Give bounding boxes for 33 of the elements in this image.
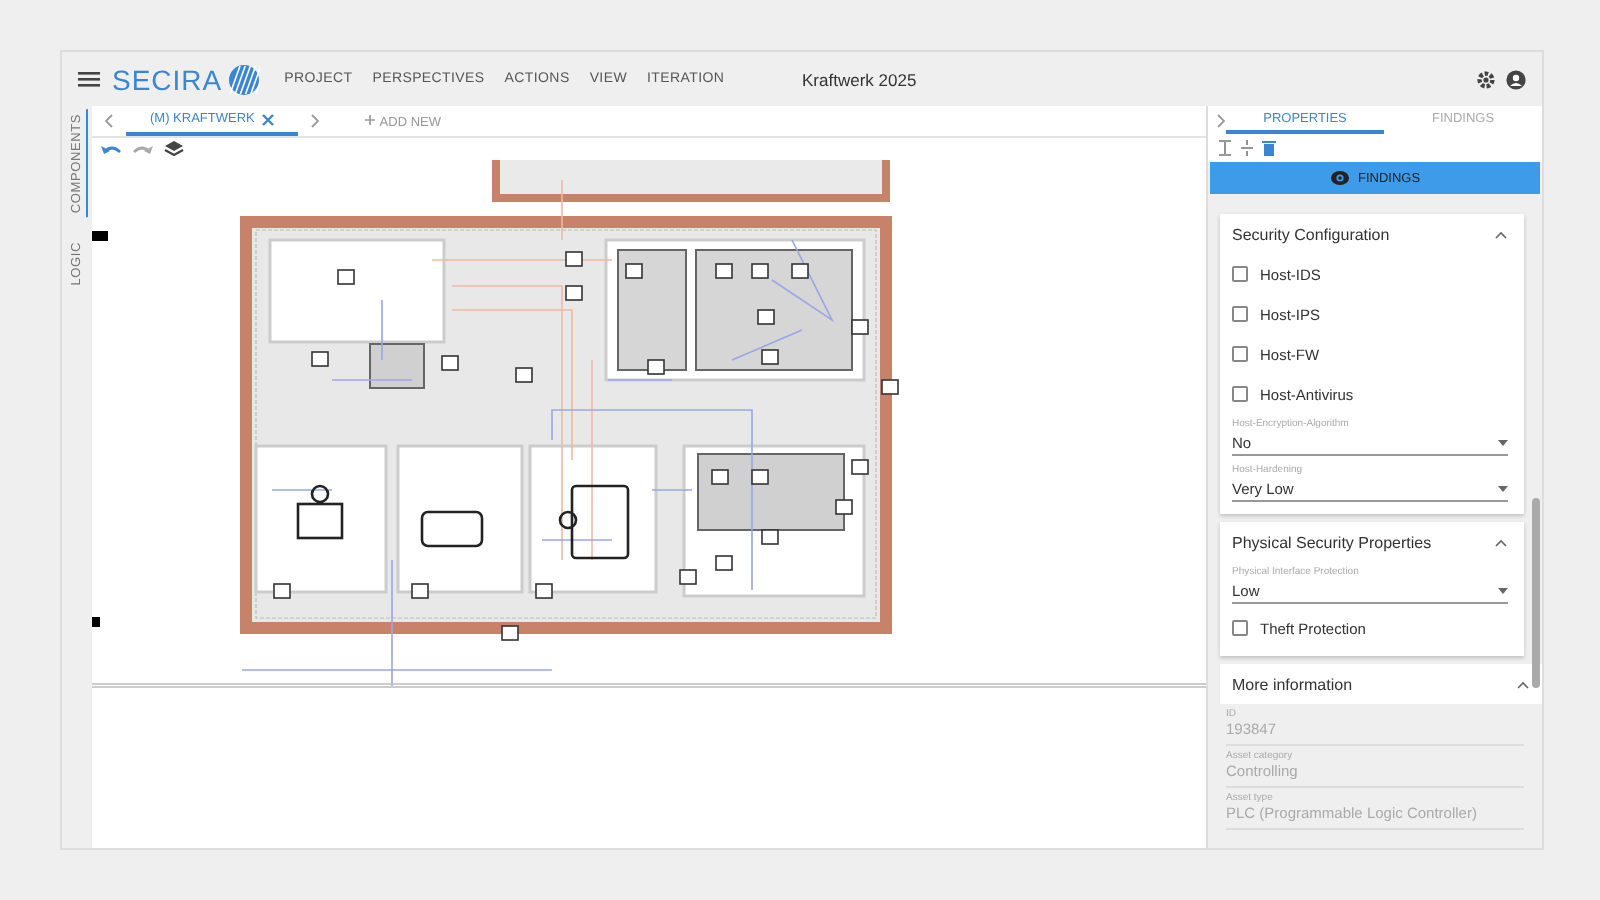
plus-icon [364,113,377,125]
checkbox[interactable] [1232,386,1248,402]
dropdown-icon [1498,485,1508,491]
settings-icon[interactable] [1476,69,1496,89]
eye-icon [1329,170,1350,186]
section-header[interactable]: More information [1220,664,1542,704]
checkbox[interactable] [1232,346,1248,362]
chevron-icon [1516,679,1530,689]
undo-icon[interactable] [100,141,122,157]
close-icon[interactable] [262,113,275,125]
redo-icon[interactable] [132,141,154,157]
menu-icon[interactable] [78,70,100,88]
dropdown-icon [1498,439,1508,445]
checkbox[interactable] [1232,306,1248,322]
chevron-icon [1494,537,1508,547]
layers-icon[interactable] [164,140,184,158]
globe-icon [228,63,261,95]
dropdown-icon [1498,587,1508,593]
chevron-icon [1494,229,1508,239]
checkbox[interactable] [1232,266,1248,282]
scrollbar-thumb[interactable] [1532,498,1540,688]
section-header[interactable]: Security Configuration [1232,214,1508,254]
delete-icon[interactable] [1262,140,1276,156]
chevron-right-icon[interactable] [1216,113,1226,127]
checkbox[interactable] [1232,620,1248,636]
project-title: Kraftwerk 2025 [802,69,917,89]
chevron-right-icon[interactable] [310,114,321,128]
section-header[interactable]: Physical Security Properties [1232,522,1508,562]
chevron-left-icon[interactable] [104,114,114,128]
account-icon[interactable] [1506,69,1526,89]
logo: SECIRA [112,63,261,95]
collapse-icon[interactable] [1240,140,1254,156]
expand-icon[interactable] [1218,140,1232,156]
